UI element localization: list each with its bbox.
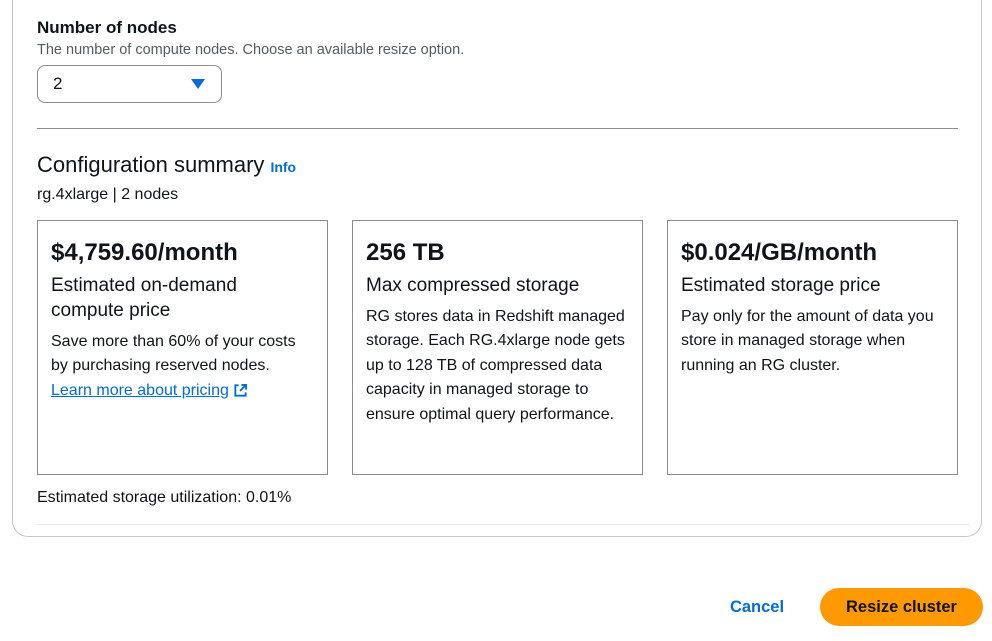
- nodes-select[interactable]: 2: [37, 65, 222, 103]
- summary-header: Configuration summary Info: [37, 152, 296, 178]
- nodes-description: The number of compute nodes. Choose an a…: [37, 42, 465, 58]
- caret-down-icon: [191, 79, 205, 89]
- summary-subtitle: rg.4xlarge | 2 nodes: [37, 186, 179, 203]
- cancel-button[interactable]: Cancel: [717, 589, 797, 625]
- card-description: Pay only for the amount of data you stor…: [681, 308, 934, 374]
- storage-capacity-card: 256 TB Max compressed storage RG stores …: [352, 220, 643, 475]
- info-link[interactable]: Info: [270, 159, 296, 175]
- compute-price-card: $4,759.60/month Estimated on-demand comp…: [37, 220, 328, 475]
- card-description: Save more than 60% of your costs by purc…: [51, 333, 296, 375]
- card-label: Estimated storage price: [681, 275, 881, 296]
- storage-price-card: $0.024/GB/month Estimated storage price …: [667, 220, 958, 475]
- resize-cluster-button[interactable]: Resize cluster: [820, 588, 983, 626]
- card-description: RG stores data in Redshift managed stora…: [366, 308, 625, 423]
- card-label: Max compressed storage: [366, 275, 580, 296]
- card-value: $0.024/GB/month: [681, 239, 878, 266]
- card-value: 256 TB: [366, 239, 445, 266]
- card-label: Estimated on-demand compute price: [51, 275, 237, 321]
- nodes-select-value: 2: [53, 74, 63, 93]
- pricing-link[interactable]: Learn more about pricing: [51, 379, 248, 403]
- external-link-icon: [234, 384, 247, 397]
- panel-footer-line: [37, 524, 970, 525]
- card-value: $4,759.60/month: [51, 239, 238, 266]
- pricing-link-label: Learn more about pricing: [51, 381, 229, 399]
- storage-utilization: Estimated storage utilization: 0.01%: [37, 489, 292, 506]
- nodes-title: Number of nodes: [37, 18, 177, 37]
- section-divider: [37, 128, 958, 129]
- summary-title: Configuration summary: [37, 152, 265, 177]
